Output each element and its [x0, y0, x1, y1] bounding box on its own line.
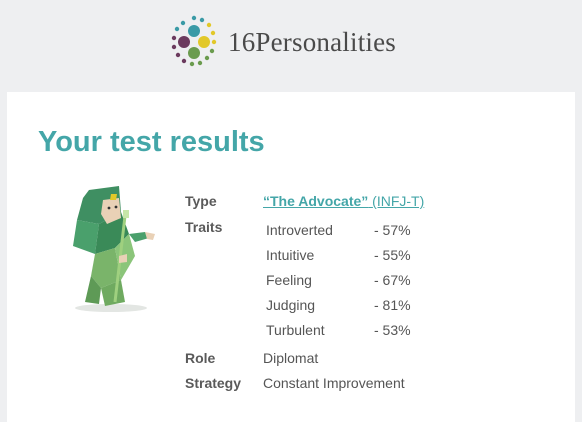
trait-value: - 81% — [374, 297, 411, 313]
site-logo[interactable]: 16Personalities — [166, 14, 396, 70]
type-code: (INFJ-T) — [372, 193, 425, 209]
strategy-label: Strategy — [185, 375, 242, 391]
role-value: Diplomat — [263, 350, 319, 366]
trait-value: - 53% — [374, 322, 411, 338]
trait-name: Intuitive — [266, 247, 315, 263]
trait-name: Judging — [266, 297, 316, 313]
trait-name: Feeling — [266, 272, 312, 288]
dots-logo-icon — [171, 15, 217, 67]
trait-name: Introverted — [266, 222, 333, 238]
role-label: Role — [185, 350, 216, 366]
advocate-avatar-icon — [73, 186, 155, 312]
brand-wordmark: 16Personalities — [228, 27, 396, 58]
brand-name: Personalities — [255, 26, 396, 57]
trait-value: - 55% — [374, 247, 411, 263]
trait-value: - 67% — [374, 272, 411, 288]
trait-value: - 57% — [374, 222, 411, 238]
type-nickname: “The Advocate” — [263, 193, 369, 209]
personality-type-link[interactable]: “The Advocate” (INFJ-T) — [263, 193, 424, 209]
type-label: Type — [185, 193, 217, 209]
site-header: 16Personalities — [0, 0, 582, 92]
trait-name: Turbulent — [266, 322, 325, 338]
page-title: Your test results — [38, 126, 265, 158]
brand-number: 16 — [228, 26, 256, 57]
strategy-value: Constant Improvement — [263, 375, 405, 391]
traits-label: Traits — [185, 219, 223, 235]
results-card: Your test results Type “The Advocate” (I… — [7, 92, 575, 422]
